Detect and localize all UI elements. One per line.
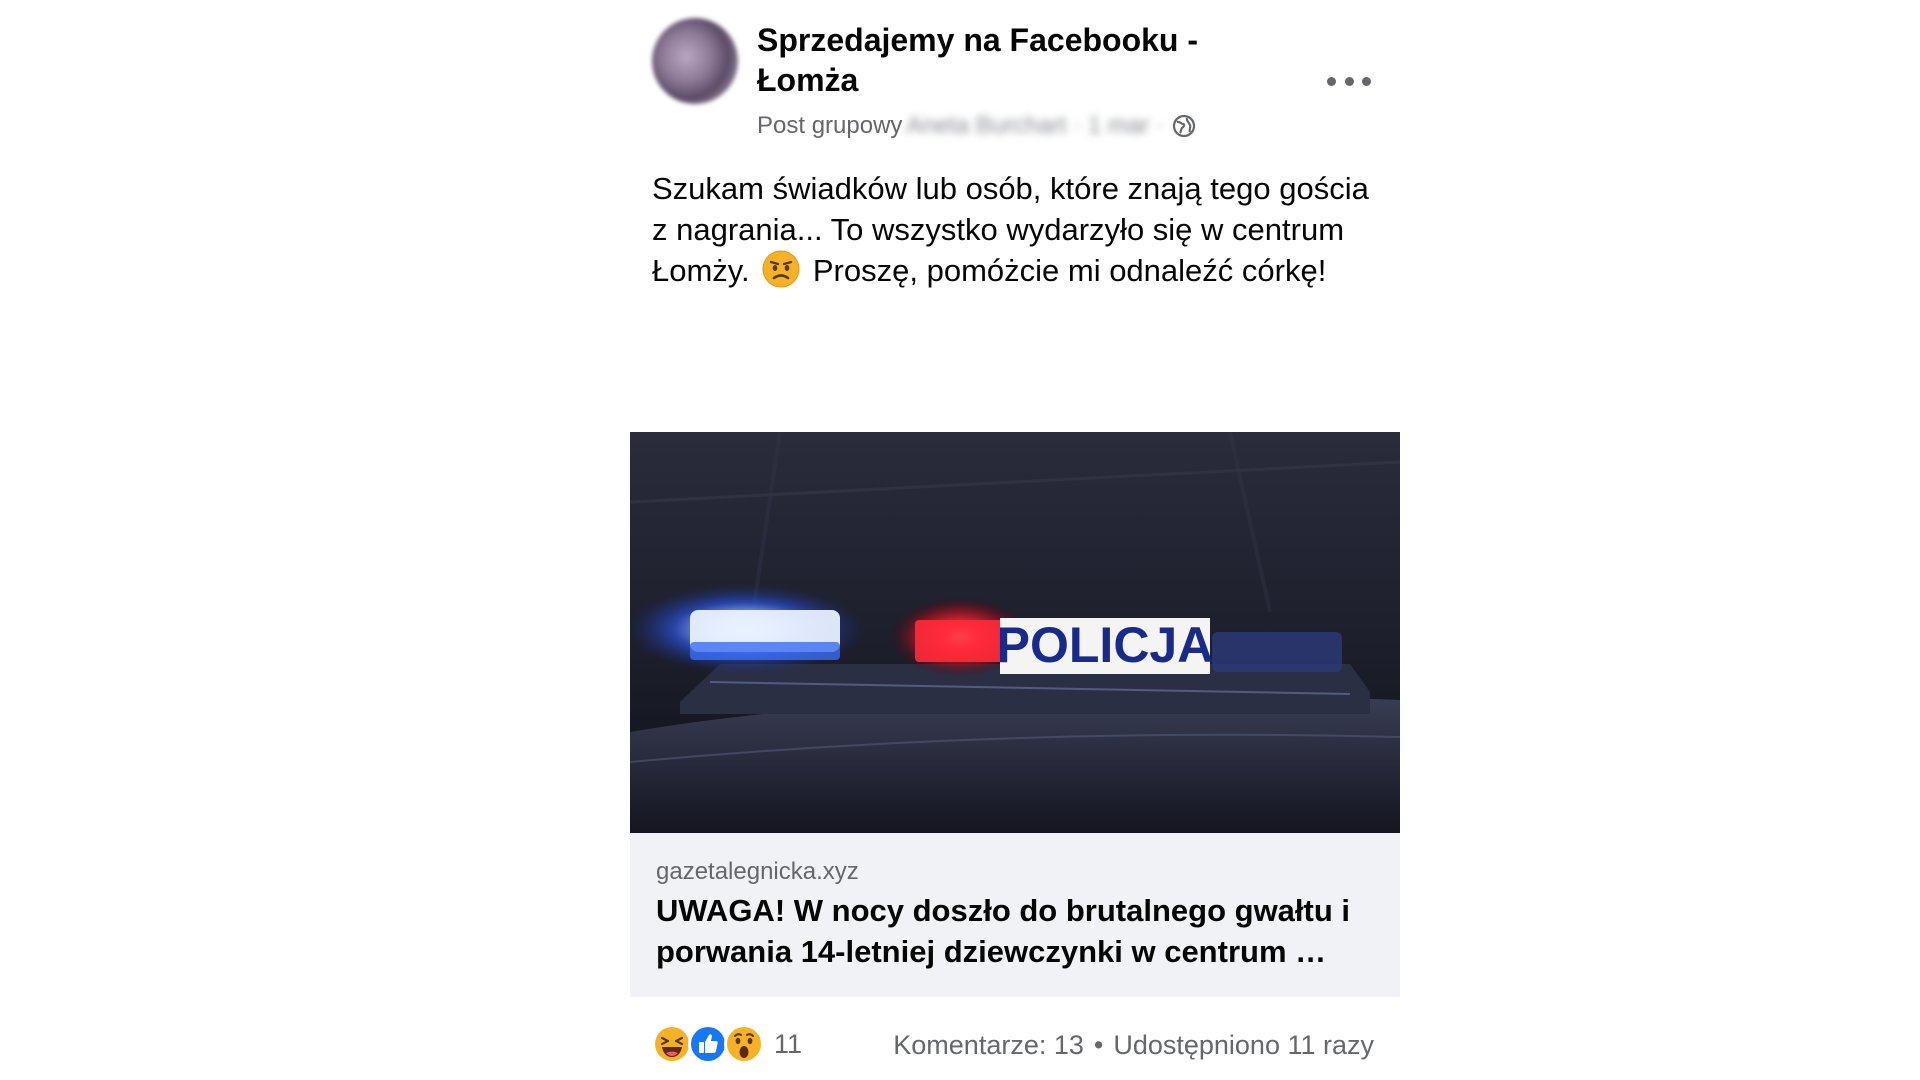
link-headline[interactable]: UWAGA! W nocy doszło do brutalnego gwałt… <box>656 890 1386 972</box>
reaction-count: 11 <box>774 1028 803 1059</box>
shared-link-card[interactable]: POLICJA gazetalegnicka.xyz UWAGA! W nocy… <box>630 432 1400 997</box>
post-body-text: Szukam świadków lub osób, które znają te… <box>652 168 1382 291</box>
post-type-label: Post grupowy <box>757 112 903 139</box>
engagement-stats: Komentarze: 13 • Udostępniono 11 razy <box>893 1027 1374 1063</box>
facebook-post: Sprzedajemy na Facebooku - Łomża Post gr… <box>630 0 1400 1080</box>
more-dot <box>1344 76 1354 86</box>
haha-reaction-icon <box>652 1024 692 1064</box>
post-text-part2: Proszę, pomóżcie mi odnaleźć córkę! <box>812 253 1327 288</box>
more-dot <box>1362 76 1371 86</box>
more-options-button[interactable] <box>1327 68 1371 94</box>
link-domain: gazetalegnicka.xyz <box>656 858 859 885</box>
more-horizontal-icon <box>1327 76 1336 86</box>
post-meta: Post grupowy Aneta Burchart · 1 mar · <box>757 110 1196 142</box>
lightbar-policja-text: POLICJA <box>997 617 1214 673</box>
comments-count-link[interactable]: Komentarze: 13 <box>893 1030 1084 1061</box>
reactions-summary[interactable]: 11 <box>652 1024 802 1064</box>
author-name-blurred[interactable]: Aneta Burchart · 1 mar · <box>906 112 1163 140</box>
link-preview-image[interactable]: POLICJA <box>630 432 1400 833</box>
shares-count-link[interactable]: Udostępniono 11 razy <box>1113 1030 1374 1061</box>
globe-icon[interactable] <box>1172 114 1196 138</box>
wow-reaction-icon <box>724 1024 764 1064</box>
like-reaction-icon <box>688 1024 728 1064</box>
stats-separator: • <box>1093 1029 1104 1060</box>
group-name-link[interactable]: Sprzedajemy na Facebooku - Łomża <box>757 20 1227 100</box>
group-avatar[interactable] <box>652 18 738 104</box>
frowning-face-emoji <box>762 250 800 288</box>
